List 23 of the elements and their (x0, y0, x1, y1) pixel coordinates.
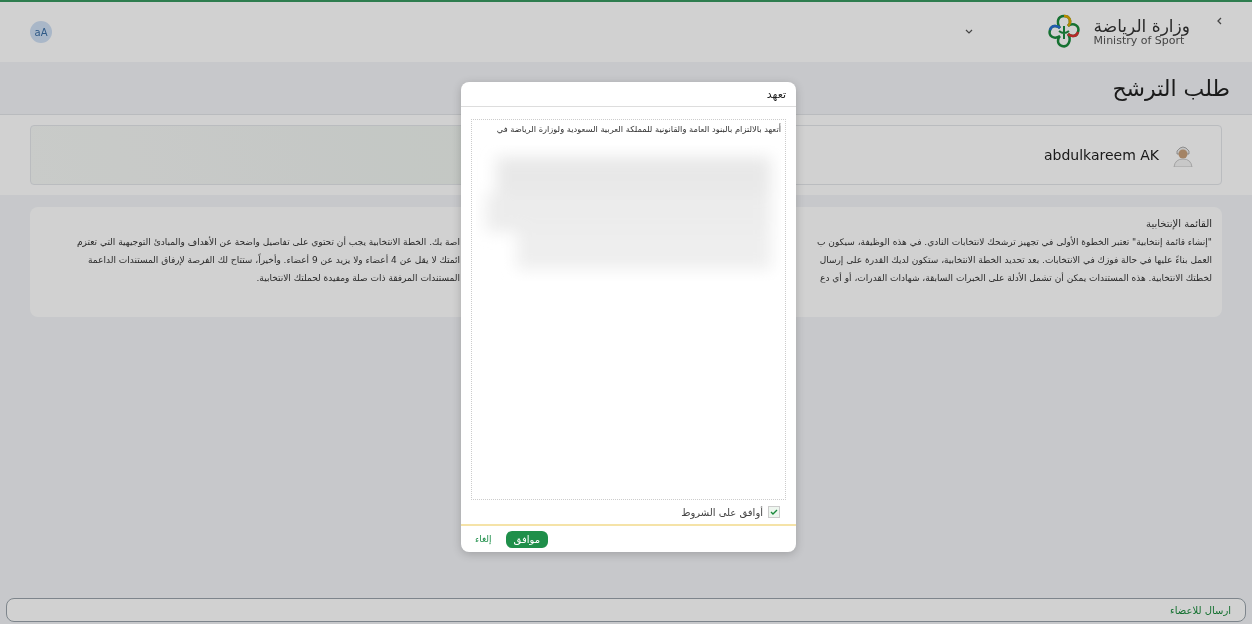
section-title: القائمة الإنتخابية (1146, 217, 1212, 231)
agree-checkbox[interactable] (768, 506, 780, 518)
send-to-members-button[interactable]: ارسال للاعضاء (6, 598, 1246, 622)
user-avatar-icon (1173, 143, 1193, 167)
paragraph-line: المستندات المرفقة ذات صلة ومفيدة لحملتك الانتخابية. (256, 272, 460, 285)
paragraph-line: العمل بناءً عليها في حالة فوزك في الانتخابات. بعد تحديد الخطة الانتخابية، ستكون لديك القدرة على إرسال (819, 254, 1212, 267)
dialog-title: تعهد (766, 87, 786, 101)
user-name: abdulkareem AK (1043, 147, 1159, 163)
chevron-down-icon[interactable] (963, 29, 974, 35)
pledge-text-area[interactable]: أتعهد بالالتزام بالبنود العامة والقانونية للمملكة العربية السعودية ولوزارة الرياضة في (471, 119, 786, 500)
paragraph-line: لخطتك الانتخابية. هذه المستندات يمكن أن تشمل الأدلة على الخبرات السابقة، شهادات القدرات، أو أي دع (820, 271, 1212, 285)
cancel-button[interactable]: إلغاء (475, 534, 492, 544)
agree-label: أوافق على الشروط (681, 506, 763, 518)
font-size-button[interactable]: aA (30, 21, 52, 43)
paragraph-line: ائمتك لا يقل عن 4 أعضاء ولا يزيد عن 9 أعضاء. وأخيراً، ستتاح لك الفرصة لإرفاق المستندات الداعمة (88, 253, 460, 267)
page-title: طلب الترشح (1112, 75, 1230, 101)
paragraph-line: "إنشاء قائمة إنتخابية" تعتبر الخطوة الأولى في تجهيز ترشحك لانتخابات النادي. في هذه الوظيفة، سيكون ب (817, 235, 1212, 249)
pledge-text: أتعهد بالالتزام بالبنود العامة والقانونية للمملكة العربية السعودية ولوزارة الرياضة في (495, 124, 781, 134)
brand-name: وزارة الرياضة (1093, 16, 1190, 36)
brand-subtitle: Ministry of Sport (1093, 35, 1185, 48)
agree-button[interactable]: موافق (505, 530, 548, 548)
paragraph-line: اصة بك. الخطة الانتخابية يجب أن تحتوي على تفاصيل واضحة عن الأهداف والمبادئ التوجيهية التي تعتزم (76, 235, 460, 249)
chevron-left-icon[interactable] (1216, 16, 1224, 26)
